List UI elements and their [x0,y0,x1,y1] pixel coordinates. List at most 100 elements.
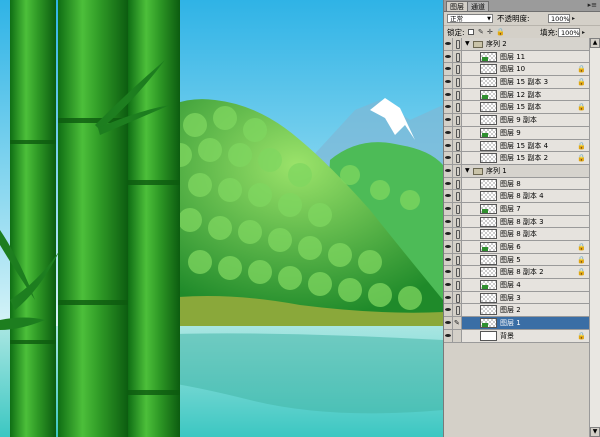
link-toggle[interactable] [453,164,462,177]
link-toggle[interactable] [453,190,462,202]
link-toggle[interactable] [453,126,462,139]
link-toggle[interactable] [453,88,462,101]
visibility-toggle[interactable] [444,228,453,240]
link-toggle[interactable] [453,304,462,317]
lock-icon: 🔒 [577,243,586,251]
visibility-toggle[interactable] [444,50,453,63]
visibility-toggle[interactable] [444,253,453,266]
visibility-toggle[interactable] [444,152,453,164]
layer-row[interactable]: 图层 8 副本 4 [444,190,589,203]
visibility-toggle[interactable] [444,266,453,279]
link-toggle[interactable] [453,266,462,279]
layer-row[interactable]: 图层 15 副本 2 🔒 [444,152,589,165]
layer-row[interactable]: 图层 6 🔒 [444,241,589,254]
layer-row[interactable]: 图层 4 [444,279,589,292]
visibility-toggle[interactable] [444,202,453,215]
lock-pixels-brush-icon[interactable]: ✎ [478,27,484,37]
fill-slider-arrow-icon[interactable]: ▸ [582,28,585,37]
layer-row[interactable]: 图层 7 [444,202,589,216]
lock-position-move-icon[interactable]: ✛ [487,27,493,37]
link-toggle[interactable] [453,139,462,152]
expand-triangle-icon[interactable]: ▼ [465,165,470,177]
link-toggle[interactable] [453,101,462,114]
visibility-toggle[interactable] [444,126,453,139]
panel-menu-arrow-icon[interactable]: ▸≡ [588,1,597,9]
visibility-toggle[interactable] [444,63,453,76]
tab-layers[interactable]: 图层 [446,1,468,11]
layer-thumbnail [480,229,497,240]
layer-list: ▼ 序列 2 图层 11 图层 10 🔒 图层 15 副本 3 🔒 图层 12 副本 图层 15… [444,38,589,343]
visibility-toggle[interactable] [444,139,453,152]
link-toggle[interactable]: ✎ [453,317,462,329]
layer-group-row[interactable]: ▼ 序列 1 [444,164,589,178]
visibility-toggle[interactable] [444,291,453,304]
document-canvas[interactable] [0,0,443,437]
tab-channels[interactable]: 通道 [467,1,489,11]
link-toggle[interactable] [453,291,462,304]
chain-link-icon [456,217,460,227]
layer-name: 图层 8 副本 3 [500,217,544,226]
visibility-toggle[interactable] [444,190,453,202]
layer-row[interactable]: 背景 🔒 [444,329,589,343]
visibility-toggle[interactable] [444,114,453,126]
layer-row[interactable]: 图层 3 [444,291,589,305]
link-toggle[interactable] [453,253,462,266]
visibility-toggle[interactable] [444,88,453,101]
layer-row[interactable]: 图层 8 [444,177,589,191]
link-toggle[interactable] [453,76,462,88]
link-toggle[interactable] [453,329,462,342]
link-toggle[interactable] [453,50,462,63]
layer-row[interactable]: 图层 5 🔒 [444,253,589,267]
link-toggle[interactable] [453,228,462,240]
link-toggle[interactable] [453,152,462,164]
layer-thumbnail [480,89,497,100]
opacity-input[interactable]: 100% [548,14,570,23]
lock-transparency-checkbox[interactable] [468,29,474,35]
link-toggle[interactable] [453,202,462,215]
visibility-toggle[interactable] [444,329,453,342]
link-toggle[interactable] [453,63,462,76]
layer-row[interactable]: 图层 9 副本 [444,114,589,127]
visibility-toggle[interactable] [444,279,453,291]
visibility-toggle[interactable] [444,241,453,253]
layer-row[interactable]: 图层 2 [444,304,589,318]
layer-row[interactable]: ✎ 图层 1 [444,317,589,330]
layer-row[interactable]: 图层 12 副本 [444,88,589,102]
folder-icon [473,41,483,48]
visibility-toggle[interactable] [444,304,453,317]
scroll-down-icon[interactable]: ▼ [590,427,600,437]
link-toggle[interactable] [453,279,462,291]
layer-row[interactable]: 图层 8 副本 2 🔒 [444,266,589,280]
layer-row[interactable]: 图层 15 副本 4 🔒 [444,139,589,153]
visibility-toggle[interactable] [444,215,453,228]
link-toggle[interactable] [453,38,462,50]
layer-row[interactable]: 图层 9 [444,126,589,140]
fill-input[interactable]: 100% [558,28,580,37]
blend-mode-select[interactable]: 正常 ▼ [447,14,493,23]
layer-row[interactable]: 图层 8 副本 3 [444,215,589,229]
layer-row[interactable]: 图层 8 副本 [444,228,589,241]
layer-row[interactable]: 图层 15 副本 3 🔒 [444,76,589,89]
eye-icon [445,92,451,96]
layer-row[interactable]: 图层 11 [444,50,589,64]
layer-row[interactable]: 图层 10 🔒 [444,63,589,77]
visibility-toggle[interactable] [444,177,453,190]
visibility-toggle[interactable] [444,164,453,177]
chain-link-icon [456,255,460,265]
visibility-toggle[interactable] [444,76,453,88]
link-toggle[interactable] [453,177,462,190]
thumbnail-content [482,247,488,251]
expand-triangle-icon[interactable]: ▼ [465,38,470,50]
layer-group-row[interactable]: ▼ 序列 2 [444,38,589,51]
visibility-toggle[interactable] [444,38,453,50]
link-toggle[interactable] [453,241,462,253]
visibility-toggle[interactable] [444,317,453,329]
link-toggle[interactable] [453,114,462,126]
scroll-up-icon[interactable]: ▲ [590,38,600,48]
opacity-slider-arrow-icon[interactable]: ▸ [572,14,575,23]
visibility-toggle[interactable] [444,101,453,114]
link-toggle[interactable] [453,215,462,228]
lock-all-icon[interactable]: 🔒 [496,27,505,37]
layer-row[interactable]: 图层 15 副本 🔒 [444,101,589,115]
layer-list-scrollbar[interactable]: ▲ ▼ [589,38,600,437]
